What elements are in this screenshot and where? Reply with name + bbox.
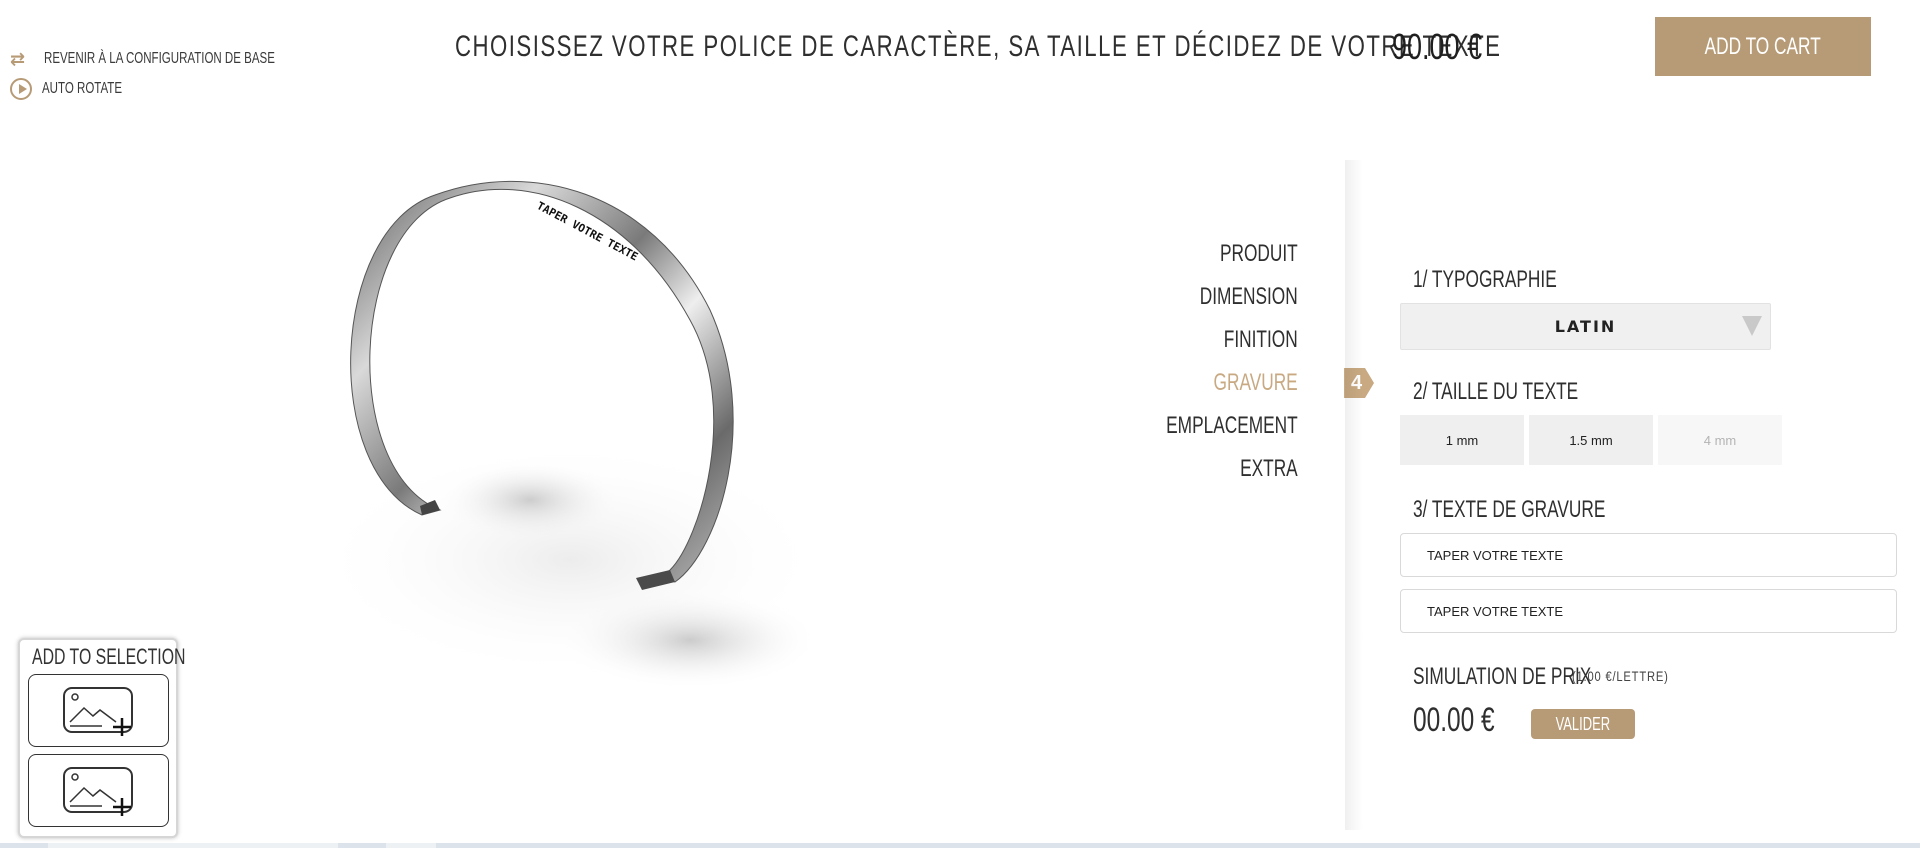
step-emplacement[interactable]: Emplacement bbox=[1166, 410, 1298, 453]
typography-select[interactable]: LATIN bbox=[1400, 303, 1771, 350]
dropdown-arrow-icon bbox=[1742, 316, 1762, 336]
step-produit[interactable]: Produit bbox=[1166, 238, 1298, 281]
size-1-5mm-button[interactable]: 1.5 mm bbox=[1529, 415, 1653, 465]
play-icon bbox=[10, 78, 32, 100]
auto-rotate-label: Auto rotate bbox=[42, 80, 123, 97]
validate-label: Valider bbox=[1555, 713, 1611, 734]
bracelet-image: TAPER VOTRE TEXTE bbox=[310, 180, 830, 690]
selection-slot-2[interactable] bbox=[28, 754, 169, 827]
page-title: Choisissez votre police de caractère, sa… bbox=[455, 30, 1502, 63]
reset-icon: ⇄ bbox=[10, 49, 26, 69]
step-nav: Produit Dimension Finition Gravure Empla… bbox=[1115, 238, 1298, 496]
add-image-icon bbox=[62, 686, 133, 736]
panel-divider bbox=[1345, 160, 1363, 830]
text-size-title: 2/ Taille du texte bbox=[1413, 378, 1579, 405]
reset-config-label: Revenir à la configuration de base bbox=[44, 50, 275, 67]
simulated-price: 00.00 € bbox=[1413, 701, 1495, 739]
typography-value: LATIN bbox=[1554, 317, 1617, 336]
engraving-text-input-1[interactable]: TAPER VOTRE TEXTE bbox=[1400, 533, 1897, 577]
size-4mm-button[interactable]: 4 mm bbox=[1658, 415, 1782, 465]
step-extra[interactable]: Extra bbox=[1166, 453, 1298, 496]
product-viewer[interactable]: TAPER VOTRE TEXTE bbox=[270, 170, 970, 810]
bottom-scrollbar[interactable] bbox=[0, 843, 1920, 848]
add-to-cart-button[interactable]: Add to cart bbox=[1655, 17, 1871, 76]
engraving-text-input-2[interactable]: TAPER VOTRE TEXTE bbox=[1400, 589, 1897, 633]
engraving-text-title: 3/ Texte de gravure bbox=[1413, 496, 1606, 523]
add-image-icon bbox=[62, 766, 133, 816]
step-finition[interactable]: Finition bbox=[1166, 324, 1298, 367]
add-to-selection-title: Add to selection bbox=[32, 644, 186, 669]
size-1mm-button[interactable]: 1 mm bbox=[1400, 415, 1524, 465]
selection-slot-1[interactable] bbox=[28, 674, 169, 747]
step-dimension[interactable]: Dimension bbox=[1166, 281, 1298, 324]
scrollbar-segment bbox=[48, 843, 338, 848]
typography-title: 1/ Typographie bbox=[1413, 266, 1557, 293]
reset-config-link[interactable]: ⇄ Revenir à la configuration de base bbox=[10, 44, 365, 74]
validate-button[interactable]: Valider bbox=[1531, 709, 1635, 739]
add-to-cart-label: Add to cart bbox=[1704, 32, 1822, 60]
price-per-letter: (1.00 €/lettre) bbox=[1572, 668, 1669, 684]
add-to-selection-box: Add to selection bbox=[18, 638, 185, 838]
top-links: ⇄ Revenir à la configuration de base Aut… bbox=[10, 44, 365, 104]
scrollbar-segment bbox=[386, 843, 436, 848]
step-gravure[interactable]: Gravure bbox=[1166, 367, 1298, 410]
price-simulation-title: Simulation de prix bbox=[1413, 663, 1592, 690]
product-price: 90.00 € bbox=[1392, 26, 1483, 67]
auto-rotate-link[interactable]: Auto rotate bbox=[10, 74, 365, 104]
